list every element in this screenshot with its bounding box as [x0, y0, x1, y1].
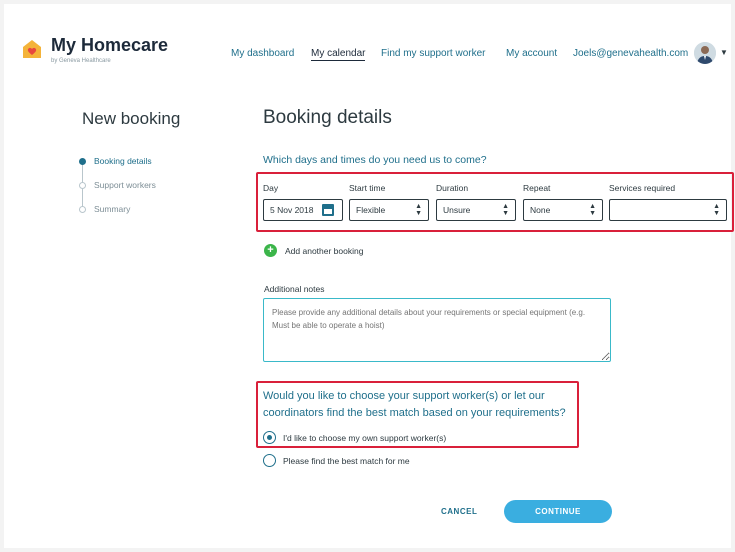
select-arrows-icon: ▲ ▼: [589, 203, 596, 217]
plus-circle-icon: +: [264, 244, 277, 257]
calendar-icon[interactable]: [322, 204, 334, 216]
repeat-select[interactable]: None ▲ ▼: [523, 199, 603, 221]
step-support-workers[interactable]: Support workers: [79, 180, 156, 190]
step-dot-icon: [79, 182, 86, 190]
duration-label: Duration: [436, 183, 469, 193]
avatar-icon: [694, 42, 716, 64]
day-date-picker[interactable]: 5 Nov 2018: [263, 199, 343, 221]
select-arrows-icon: ▲ ▼: [713, 203, 720, 217]
step-active-dot-icon: [79, 158, 86, 166]
notes-textarea[interactable]: [263, 298, 611, 362]
brand-title: My Homecare: [51, 35, 169, 55]
page-title: Booking details: [263, 107, 392, 128]
brand-logo[interactable]: My Homecare by Geneva Healthcare: [21, 36, 168, 64]
step-summary[interactable]: Summary: [79, 204, 130, 214]
nav-my-account[interactable]: My account: [506, 48, 557, 59]
continue-button[interactable]: CONTINUE: [504, 500, 612, 523]
radio-checked-icon[interactable]: [263, 431, 276, 444]
chevron-down-icon[interactable]: ▼: [720, 48, 728, 57]
start-time-label: Start time: [349, 183, 386, 193]
user-email-link[interactable]: Joels@genevahealth.com: [573, 48, 688, 59]
user-avatar[interactable]: [694, 42, 716, 64]
option-best-match[interactable]: Please find the best match for me: [263, 454, 410, 467]
option-choose-own[interactable]: I'd like to choose my own support worker…: [263, 431, 446, 444]
step-dot-icon: [79, 206, 86, 214]
sidebar-title: New booking: [82, 109, 181, 128]
step-label: Support workers: [94, 180, 156, 190]
add-booking-button[interactable]: + Add another booking: [264, 244, 363, 257]
nav-my-dashboard[interactable]: My dashboard: [231, 48, 294, 59]
select-arrows-icon: ▲ ▼: [502, 203, 509, 217]
select-arrows-icon: ▲ ▼: [415, 203, 422, 217]
duration-value: Unsure: [443, 205, 471, 215]
add-booking-label: Add another booking: [285, 245, 364, 256]
day-label: Day: [263, 183, 279, 193]
services-label: Services required: [609, 183, 676, 193]
step-label: Summary: [94, 204, 131, 214]
radio-unchecked-icon[interactable]: [263, 454, 276, 467]
start-time-value: Flexible: [356, 205, 386, 215]
house-heart-icon: [21, 38, 43, 60]
start-time-select[interactable]: Flexible ▲ ▼: [349, 199, 429, 221]
schedule-question: Which days and times do you need us to c…: [263, 154, 487, 166]
repeat-label: Repeat: [523, 183, 551, 193]
worker-choice-question: Would you like to choose your support wo…: [263, 390, 566, 419]
option-label: I'd like to choose my own support worker…: [283, 432, 447, 443]
step-label: Booking details: [94, 156, 152, 166]
repeat-value: None: [530, 205, 551, 215]
brand-subtitle: by Geneva Healthcare: [51, 58, 111, 64]
cancel-button[interactable]: CANCEL: [441, 507, 477, 516]
duration-select[interactable]: Unsure ▲ ▼: [436, 199, 516, 221]
page: My Homecare by Geneva Healthcare My dash…: [4, 4, 734, 548]
nav-my-calendar[interactable]: My calendar: [311, 48, 366, 61]
day-value: 5 Nov 2018: [270, 205, 314, 215]
notes-label: Additional notes: [264, 284, 325, 294]
nav-find-support-worker[interactable]: Find my support worker: [381, 48, 485, 59]
services-select[interactable]: ▲ ▼: [609, 199, 727, 221]
step-booking-details[interactable]: Booking details: [79, 156, 152, 166]
option-label: Please find the best match for me: [283, 455, 410, 466]
